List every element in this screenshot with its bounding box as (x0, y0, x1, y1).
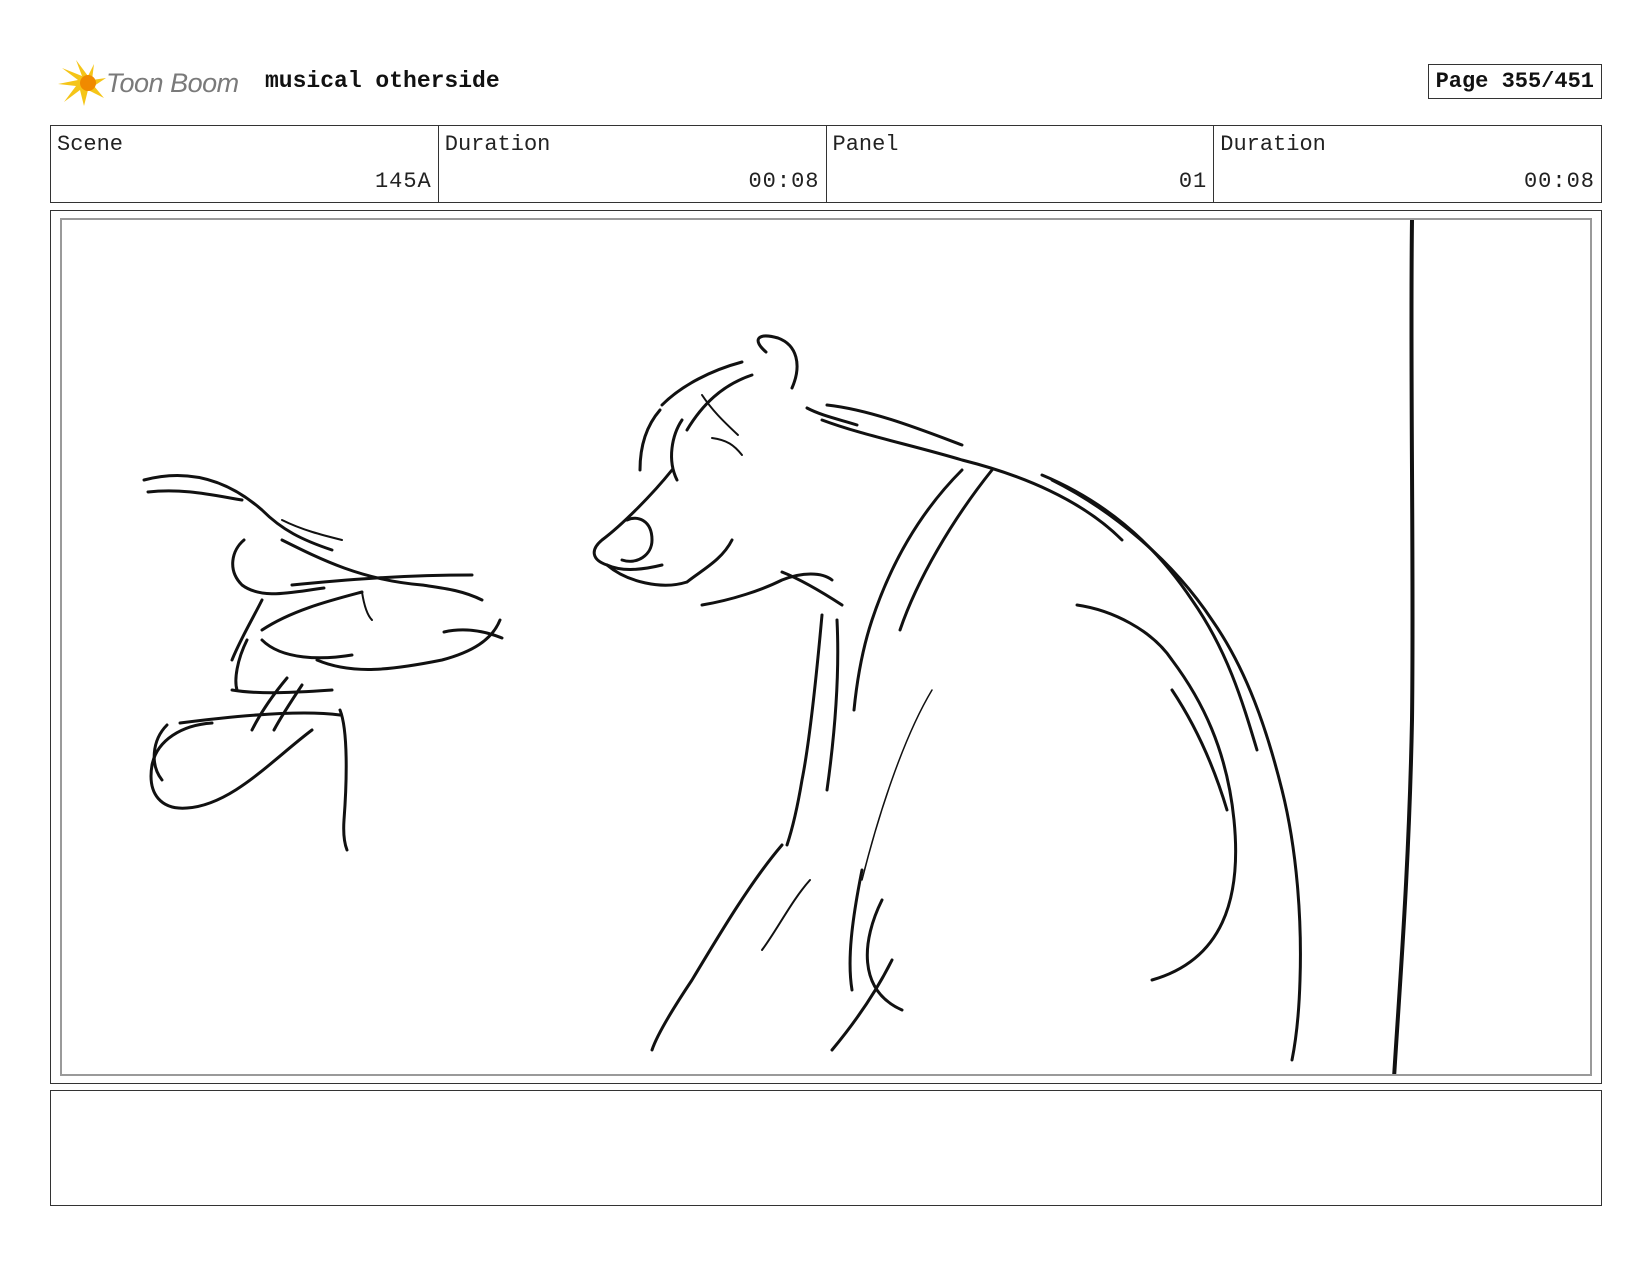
panel-cell: Panel 01 (827, 126, 1215, 202)
panel-notes-box (50, 1090, 1602, 1206)
scene-duration-value: 00:08 (748, 169, 820, 194)
panel-duration-value: 00:08 (1523, 169, 1595, 194)
panel-value: 01 (1178, 169, 1208, 194)
scene-label: Scene (57, 132, 124, 157)
vertical-stroke (1392, 220, 1415, 1074)
left-character-sketch (142, 474, 504, 852)
panel-label: Panel (832, 132, 899, 157)
scene-info-table: Scene 145A Duration 00:08 Panel 01 Durat… (50, 125, 1602, 203)
panel-duration-cell: Duration 00:08 (1214, 126, 1601, 202)
page-header: Toon Boom musical otherside Page 355/451 (50, 56, 1602, 106)
scene-cell: Scene 145A (51, 126, 439, 202)
scene-duration-label: Duration (444, 132, 551, 157)
scene-value: 145A (374, 169, 432, 194)
toon-boom-logo: Toon Boom (54, 58, 254, 108)
sketch-drawing (142, 220, 1415, 1074)
logo-text: Toon Boom (106, 67, 239, 98)
panel-duration-label: Duration (1220, 132, 1326, 157)
project-title: musical otherside (265, 68, 500, 94)
right-character-sketch (592, 334, 1302, 1062)
scene-duration-cell: Duration 00:08 (439, 126, 827, 202)
page-number: Page 355/451 (1427, 64, 1602, 99)
storyboard-panel-image (60, 218, 1592, 1076)
starburst-icon (58, 60, 106, 106)
